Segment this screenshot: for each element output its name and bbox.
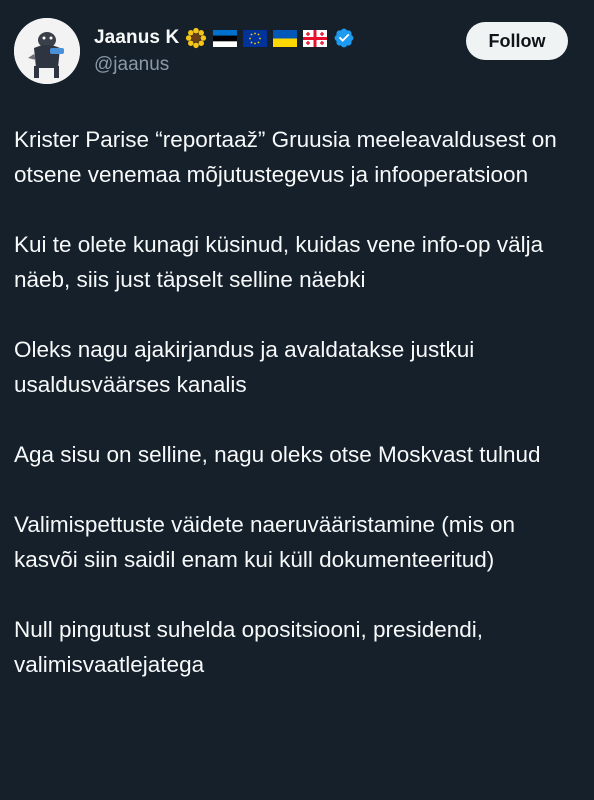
badge-group xyxy=(185,27,328,49)
eu-flag-icon xyxy=(243,29,268,47)
follow-button[interactable]: Follow xyxy=(466,22,568,60)
name-row: Jaanus K xyxy=(94,24,355,52)
tweet-paragraph: Aga sisu on selline, nagu oleks otse Mos… xyxy=(14,442,541,467)
avatar-image xyxy=(14,18,80,84)
display-name[interactable]: Jaanus K xyxy=(94,27,179,49)
tweet-paragraph: Kui te olete kunagi küsinud, kuidas vene… xyxy=(14,232,544,292)
tweet-paragraph: Valimispettuste väidete naeruvääristamin… xyxy=(14,512,516,572)
sunflower-icon xyxy=(186,27,207,49)
ukraine-flag-icon xyxy=(273,29,298,47)
estonia-flag-icon xyxy=(213,29,238,47)
author-identity: Jaanus K @jaanus xyxy=(94,24,355,76)
tweet-paragraph: Oleks nagu ajakirjandus ja avaldatakse j… xyxy=(14,337,475,397)
author-handle[interactable]: @jaanus xyxy=(94,54,355,76)
tweet-text: Krister Parise “reportaaž” Gruusia meele… xyxy=(14,122,576,717)
verified-badge-icon xyxy=(334,28,354,48)
georgia-flag-icon xyxy=(303,29,328,47)
tweet-header: Jaanus K @jaanus Follow xyxy=(14,18,568,88)
avatar[interactable] xyxy=(14,18,80,84)
tweet-paragraph: Null pingutust suhelda opositsiooni, pre… xyxy=(14,617,484,677)
tweet-paragraph: Krister Parise “reportaaž” Gruusia meele… xyxy=(14,127,557,187)
